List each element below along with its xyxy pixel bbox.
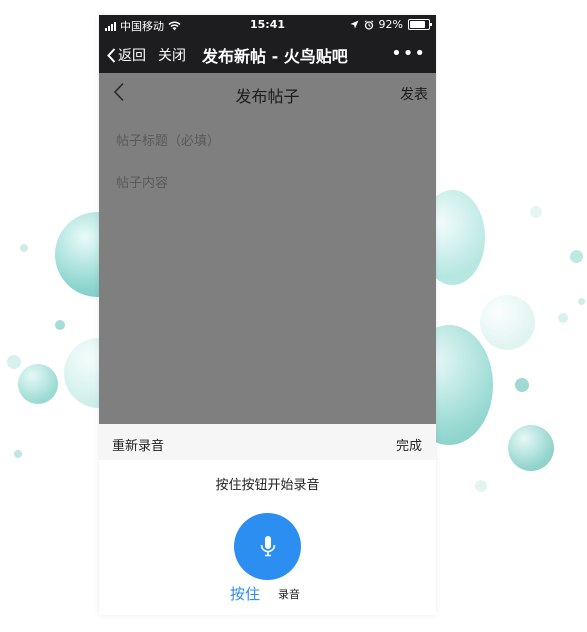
decor-bubble bbox=[570, 250, 583, 263]
record-hint: 按住按钮开始录音 bbox=[215, 478, 320, 493]
nav-bar: 返回 关闭 发布新帖 - 火鸟贴吧 ••• bbox=[99, 35, 436, 73]
phone-frame: 中国移动 15:41 92% 返回 关闭 发布新帖 - 火鸟贴吧 ••• 发布帖… bbox=[99, 15, 436, 615]
location-icon bbox=[350, 20, 359, 29]
publish-button[interactable]: 发表 bbox=[400, 84, 428, 104]
post-editor: 发布帖子 发表 帖子标题（必填） 帖子内容 bbox=[99, 73, 436, 424]
record-button[interactable] bbox=[234, 513, 301, 580]
decor-bubble bbox=[18, 364, 58, 404]
post-title-input[interactable]: 帖子标题（必填） bbox=[116, 130, 220, 149]
done-button[interactable]: 完成 bbox=[396, 435, 422, 454]
nav-title: 发布新帖 - 火鸟贴吧 bbox=[202, 47, 348, 66]
decor-bubble bbox=[508, 425, 554, 471]
decor-bubble bbox=[578, 298, 585, 305]
microphone-icon bbox=[260, 535, 275, 556]
decor-bubble bbox=[7, 355, 21, 369]
chevron-left-icon bbox=[107, 47, 116, 63]
rerecord-button[interactable]: 重新录音 bbox=[112, 435, 164, 454]
decor-bubble bbox=[480, 295, 535, 350]
decor-bubble bbox=[515, 378, 529, 392]
decor-bubble bbox=[475, 480, 487, 492]
battery-icon bbox=[408, 19, 432, 30]
decor-bubble bbox=[558, 313, 568, 323]
mode-record-tab[interactable]: 录音 bbox=[278, 586, 300, 602]
alarm-icon bbox=[364, 19, 373, 30]
decor-bubble bbox=[20, 244, 28, 252]
nav-back-label: 返回 bbox=[118, 48, 146, 64]
decor-bubble bbox=[55, 320, 65, 330]
battery-percent: 92% bbox=[378, 18, 403, 31]
mode-hold-tab[interactable]: 按住 bbox=[230, 583, 260, 604]
nav-back-button[interactable]: 返回 bbox=[107, 45, 146, 65]
decor-bubble bbox=[14, 450, 22, 458]
page-title: 发布帖子 bbox=[235, 87, 300, 106]
nav-close-button[interactable]: 关闭 bbox=[158, 45, 186, 65]
decor-bubble bbox=[530, 206, 542, 218]
more-button[interactable]: ••• bbox=[391, 43, 426, 64]
recorder-toolbar: 重新录音 完成 bbox=[99, 424, 436, 460]
editor-header: 发布帖子 发表 bbox=[99, 73, 436, 113]
recorder-panel: 按住按钮开始录音 按住 录音 bbox=[99, 460, 436, 615]
post-content-input[interactable]: 帖子内容 bbox=[116, 172, 168, 191]
status-bar: 中国移动 15:41 92% bbox=[99, 15, 436, 35]
